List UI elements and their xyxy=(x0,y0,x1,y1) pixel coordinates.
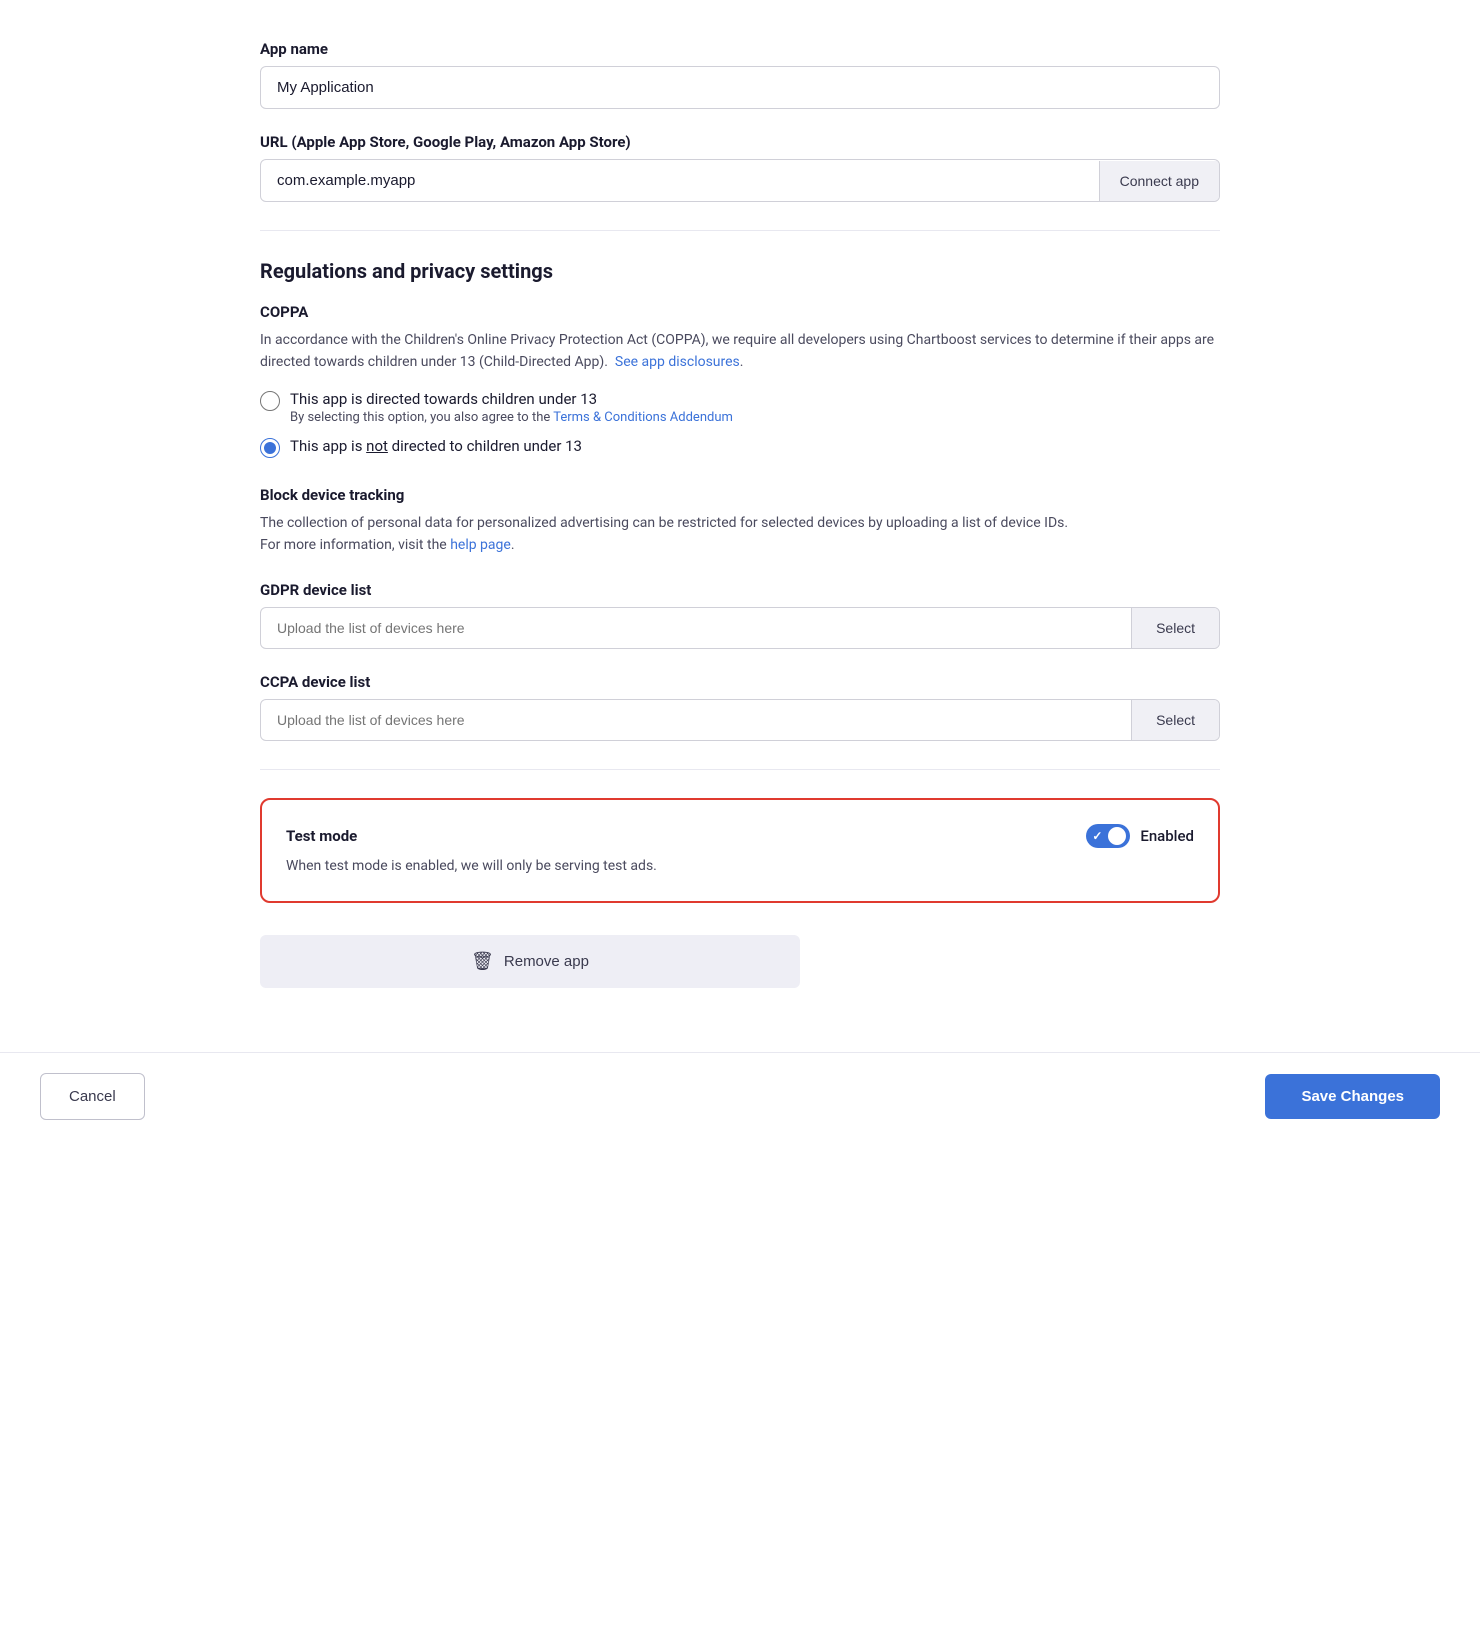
gdpr-input-row: Select xyxy=(260,607,1220,649)
ccpa-section: CCPA device list Select xyxy=(260,673,1220,741)
coppa-section: COPPA In accordance with the Children's … xyxy=(260,303,1220,458)
test-mode-box: Test mode ✓ Enabled When test mode is en… xyxy=(260,798,1220,903)
footer-bar: Cancel Save Changes xyxy=(0,1052,1480,1140)
regulations-title: Regulations and privacy settings xyxy=(260,259,1220,283)
block-device-tracking-section: Block device tracking The collection of … xyxy=(260,486,1220,557)
gdpr-select-button[interactable]: Select xyxy=(1131,608,1219,648)
coppa-radio-not-directed-input[interactable] xyxy=(260,438,280,458)
toggle-slider: ✓ xyxy=(1086,824,1130,848)
app-name-group: App name xyxy=(260,40,1220,109)
help-page-link[interactable]: help page xyxy=(450,537,511,553)
regulations-section: Regulations and privacy settings COPPA I… xyxy=(260,259,1220,741)
divider-2 xyxy=(260,769,1220,770)
coppa-radio-not-directed-content: This app is not directed to children und… xyxy=(290,437,582,455)
coppa-description: In accordance with the Children's Online… xyxy=(260,329,1220,374)
coppa-directed-label: This app is directed towards children un… xyxy=(290,390,733,408)
coppa-radio-directed-input[interactable] xyxy=(260,391,280,411)
gdpr-section: GDPR device list Select xyxy=(260,581,1220,649)
remove-app-section: 🗑 Remove app xyxy=(260,935,1220,1012)
remove-app-label: Remove app xyxy=(504,953,589,970)
gdpr-label: GDPR device list xyxy=(260,581,1220,599)
divider-1 xyxy=(260,230,1220,231)
app-name-label: App name xyxy=(260,40,1220,58)
trash-icon: 🗑 xyxy=(471,951,494,972)
toggle-checkmark-icon: ✓ xyxy=(1092,829,1102,843)
url-input-row: Connect app xyxy=(260,159,1220,202)
coppa-directed-sublabel: By selecting this option, you also agree… xyxy=(290,410,733,425)
terms-conditions-link[interactable]: Terms & Conditions Addendum xyxy=(553,410,733,425)
test-mode-toggle-label: Enabled xyxy=(1140,827,1194,845)
coppa-radio-group: This app is directed towards children un… xyxy=(260,390,1220,458)
url-field-group: URL (Apple App Store, Google Play, Amazo… xyxy=(260,133,1220,202)
test-mode-toggle[interactable]: ✓ xyxy=(1086,824,1130,848)
remove-app-button[interactable]: 🗑 Remove app xyxy=(260,935,800,988)
url-label: URL (Apple App Store, Google Play, Amazo… xyxy=(260,133,1220,151)
test-mode-description: When test mode is enabled, we will only … xyxy=(286,856,1194,877)
coppa-not-directed-label: This app is not directed to children und… xyxy=(290,437,582,455)
connect-app-button[interactable]: Connect app xyxy=(1099,161,1219,201)
gdpr-input[interactable] xyxy=(261,608,1131,648)
cancel-button[interactable]: Cancel xyxy=(40,1073,145,1120)
save-changes-button[interactable]: Save Changes xyxy=(1265,1074,1440,1119)
test-mode-header: Test mode ✓ Enabled xyxy=(286,824,1194,848)
ccpa-select-button[interactable]: Select xyxy=(1131,700,1219,740)
coppa-subtitle: COPPA xyxy=(260,303,1220,321)
test-mode-toggle-row: ✓ Enabled xyxy=(1086,824,1194,848)
coppa-radio-not-directed[interactable]: This app is not directed to children und… xyxy=(260,437,1220,458)
coppa-radio-directed[interactable]: This app is directed towards children un… xyxy=(260,390,1220,425)
block-device-tracking-description: The collection of personal data for pers… xyxy=(260,512,1220,557)
see-disclosures-link[interactable]: See app disclosures xyxy=(615,354,740,370)
test-mode-title: Test mode xyxy=(286,827,357,845)
block-device-tracking-subtitle: Block device tracking xyxy=(260,486,1220,504)
coppa-radio-directed-content: This app is directed towards children un… xyxy=(290,390,733,425)
app-name-input[interactable] xyxy=(260,66,1220,109)
ccpa-input[interactable] xyxy=(261,700,1131,740)
ccpa-label: CCPA device list xyxy=(260,673,1220,691)
ccpa-input-row: Select xyxy=(260,699,1220,741)
url-input[interactable] xyxy=(261,160,1099,201)
